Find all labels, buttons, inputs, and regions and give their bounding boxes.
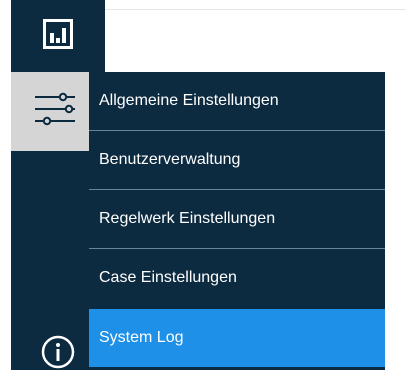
menu-item-regelwerk-einstellungen[interactable]: Regelwerk Einstellungen [89,190,385,248]
menu-item-allgemeine-einstellungen[interactable]: Allgemeine Einstellungen [89,72,385,130]
menu-item-benutzerverwaltung[interactable]: Benutzerverwaltung [89,131,385,189]
sliders-icon [34,90,76,133]
bar-chart-icon [43,18,73,54]
app-window: Allgemeine Einstellungen Benutzerverwalt… [0,0,406,370]
info-icon [41,335,75,370]
menu-item-label: Allgemeine Einstellungen [99,92,279,109]
menu-item-system-log[interactable]: System Log [89,309,385,367]
settings-submenu: Allgemeine Einstellungen Benutzerverwalt… [89,72,385,370]
sidebar-item-dashboard[interactable] [11,0,105,72]
header-divider [105,9,406,10]
menu-item-case-einstellungen[interactable]: Case Einstellungen [89,249,385,307]
menu-item-label: Regelwerk Einstellungen [99,210,276,227]
menu-item-label: Case Einstellungen [99,269,237,286]
menu-item-label: Benutzerverwaltung [99,151,241,168]
menu-item-label: System Log [99,329,184,346]
